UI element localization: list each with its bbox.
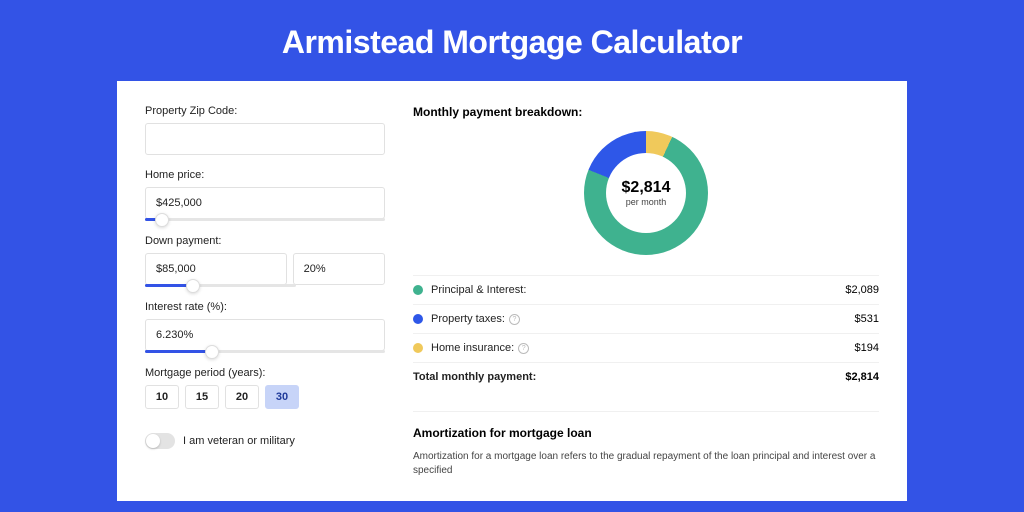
- legend-label-insurance: Home insurance: ?: [431, 342, 855, 354]
- legend-amount-taxes: $531: [855, 313, 879, 325]
- total-amount: $2,814: [845, 371, 879, 383]
- period-options: 10 15 20 30: [145, 385, 385, 409]
- period-group: Mortgage period (years): 10 15 20 30: [145, 367, 385, 409]
- period-btn-15[interactable]: 15: [185, 385, 219, 409]
- amortization-section: Amortization for mortgage loan Amortizat…: [413, 411, 879, 478]
- down-label: Down payment:: [145, 235, 385, 247]
- price-slider-thumb[interactable]: [155, 213, 169, 227]
- legend-label-insurance-text: Home insurance:: [431, 342, 514, 354]
- zip-label: Property Zip Code:: [145, 105, 385, 117]
- donut-chart: $2,814 per month: [413, 131, 879, 255]
- down-group: Down payment:: [145, 235, 385, 287]
- down-amount-input[interactable]: [145, 253, 287, 285]
- total-row: Total monthly payment: $2,814: [413, 362, 879, 391]
- legend-dot-taxes: [413, 314, 423, 324]
- donut-sub: per month: [626, 197, 667, 207]
- veteran-row: I am veteran or military: [145, 433, 385, 449]
- donut-ring: $2,814 per month: [584, 131, 708, 255]
- rate-slider[interactable]: [145, 350, 385, 353]
- total-label: Total monthly payment:: [413, 371, 845, 383]
- period-btn-20[interactable]: 20: [225, 385, 259, 409]
- legend-label-principal: Principal & Interest:: [431, 284, 845, 296]
- info-icon[interactable]: ?: [518, 343, 529, 354]
- legend-amount-insurance: $194: [855, 342, 879, 354]
- donut-value: $2,814: [622, 179, 671, 197]
- veteran-toggle[interactable]: [145, 433, 175, 449]
- price-input[interactable]: [145, 187, 385, 219]
- calculator-card: Property Zip Code: Home price: Down paym…: [117, 81, 907, 501]
- down-slider-thumb[interactable]: [186, 279, 200, 293]
- rate-input[interactable]: [145, 319, 385, 351]
- rate-label: Interest rate (%):: [145, 301, 385, 313]
- breakdown-title: Monthly payment breakdown:: [413, 105, 879, 119]
- period-btn-30[interactable]: 30: [265, 385, 299, 409]
- amortization-text: Amortization for a mortgage loan refers …: [413, 450, 879, 478]
- inputs-column: Property Zip Code: Home price: Down paym…: [145, 105, 385, 501]
- info-icon[interactable]: ?: [509, 314, 520, 325]
- price-label: Home price:: [145, 169, 385, 181]
- legend-label-taxes-text: Property taxes:: [431, 313, 505, 325]
- page-title: Armistead Mortgage Calculator: [0, 0, 1024, 81]
- legend-dot-insurance: [413, 343, 423, 353]
- legend-row-insurance: Home insurance: ? $194: [413, 333, 879, 362]
- breakdown-column: Monthly payment breakdown: $2,814 per mo…: [413, 105, 879, 501]
- zip-input[interactable]: [145, 123, 385, 155]
- down-slider[interactable]: [145, 284, 296, 287]
- veteran-label: I am veteran or military: [183, 435, 295, 447]
- zip-group: Property Zip Code:: [145, 105, 385, 155]
- legend-row-principal: Principal & Interest: $2,089: [413, 275, 879, 304]
- legend-label-taxes: Property taxes: ?: [431, 313, 855, 325]
- donut-center: $2,814 per month: [606, 153, 686, 233]
- legend-dot-principal: [413, 285, 423, 295]
- price-slider[interactable]: [145, 218, 385, 221]
- amortization-title: Amortization for mortgage loan: [413, 426, 879, 440]
- rate-group: Interest rate (%):: [145, 301, 385, 353]
- period-btn-10[interactable]: 10: [145, 385, 179, 409]
- rate-slider-thumb[interactable]: [205, 345, 219, 359]
- legend-row-taxes: Property taxes: ? $531: [413, 304, 879, 333]
- legend-amount-principal: $2,089: [845, 284, 879, 296]
- down-pct-input[interactable]: [293, 253, 385, 285]
- price-group: Home price:: [145, 169, 385, 221]
- veteran-toggle-knob: [146, 434, 160, 448]
- period-label: Mortgage period (years):: [145, 367, 385, 379]
